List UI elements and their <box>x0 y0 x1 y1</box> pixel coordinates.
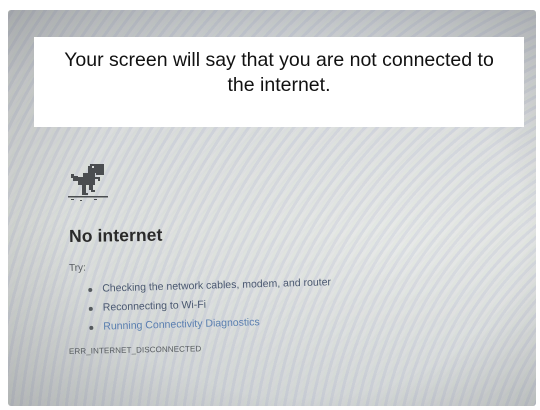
bullet-icon <box>88 306 93 311</box>
suggestion-list: Checking the network cables, modem, and … <box>88 273 332 337</box>
bullet-icon <box>89 325 94 330</box>
dinosaur-icon <box>68 164 108 201</box>
suggestion-text: Reconnecting to Wi-Fi <box>102 298 207 314</box>
photo-frame: Your screen will say that you are not co… <box>0 0 540 410</box>
try-label: Try: <box>68 262 86 274</box>
caption-box: Your screen will say that you are not co… <box>34 37 524 127</box>
caption-text: Your screen will say that you are not co… <box>64 49 494 96</box>
suggestion-text: Checking the network cables, modem, and … <box>102 276 332 295</box>
page-title: No internet <box>68 224 163 246</box>
suggestion-link-text[interactable]: Running Connectivity Diagnostics <box>103 316 260 332</box>
bullet-icon <box>88 287 93 292</box>
